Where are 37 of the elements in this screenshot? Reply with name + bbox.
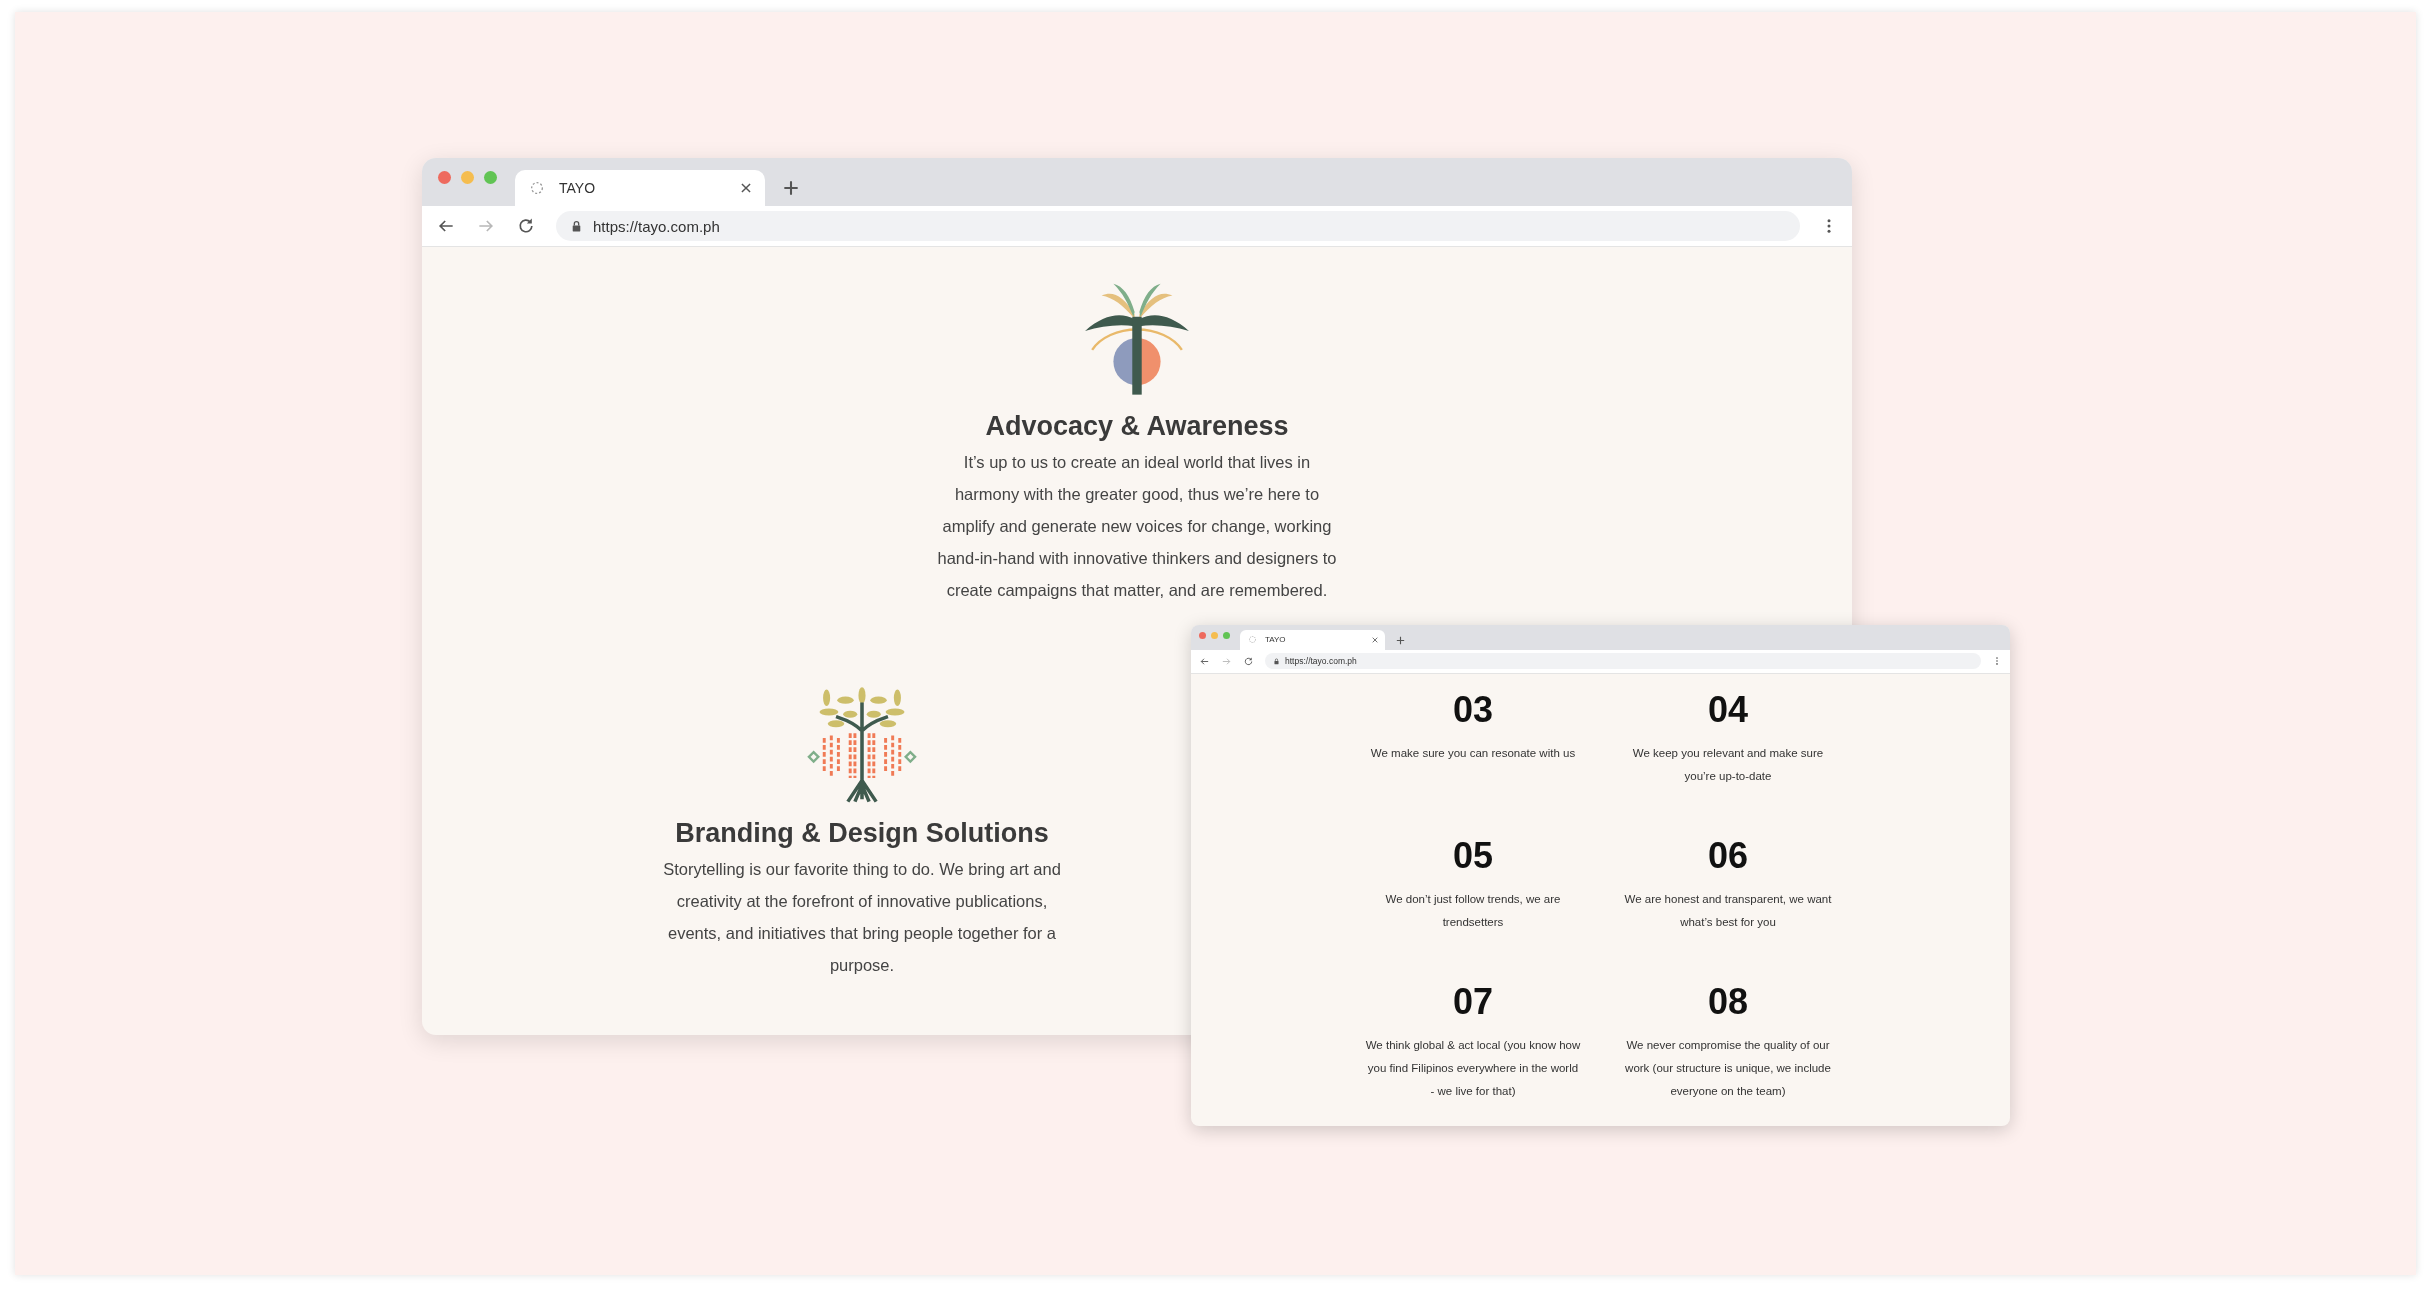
item-text: We don’t just follow trends, we are trendsetters bbox=[1384, 892, 1562, 930]
section-text: It’s up to us to create an ideal world that lives in harmony with the greater good, thus we’re here to amplify and generate new voices for change, working hand-in-hand with innovative thinkers and designers to create campaigns that matter, and are remembered. bbox=[936, 452, 1338, 601]
section-heading: Advocacy & Awareness bbox=[985, 411, 1289, 442]
reload-icon[interactable] bbox=[516, 216, 536, 236]
window-control-dot[interactable] bbox=[1211, 631, 1218, 639]
back-arrow-icon[interactable] bbox=[1199, 655, 1210, 667]
browser-tab[interactable]: TAYO bbox=[1240, 629, 1385, 650]
item-text: We never compromise the quality of our work (our structure is unique, we include everyone on the team) bbox=[1624, 1038, 1832, 1099]
window-control-dot[interactable] bbox=[484, 171, 497, 184]
item-number: 03 bbox=[1452, 688, 1493, 732]
lock-icon bbox=[570, 219, 583, 233]
reload-icon[interactable] bbox=[1243, 655, 1254, 667]
window-control-dot[interactable] bbox=[1223, 631, 1230, 639]
close-icon[interactable] bbox=[1371, 635, 1379, 644]
close-icon[interactable] bbox=[739, 181, 753, 195]
window-control-dot[interactable] bbox=[438, 171, 451, 184]
new-tab-icon[interactable] bbox=[1395, 634, 1406, 646]
section-text: Storytelling is our favorite thing to do. We bring art and creativity at the forefront of innovative publications, events, and initiatives that bring people together for a purpose. bbox=[662, 859, 1062, 976]
loading-spinner-icon bbox=[1248, 635, 1257, 645]
address-field[interactable]: https://tayo.com.ph bbox=[556, 211, 1800, 241]
item-number: 07 bbox=[1452, 980, 1493, 1024]
window-control-dot[interactable] bbox=[1199, 631, 1206, 639]
window-control-dot[interactable] bbox=[461, 171, 474, 184]
item-number: 08 bbox=[1707, 980, 1748, 1024]
address-field[interactable]: https://tayo.com.ph bbox=[1265, 653, 1981, 670]
item-text: We make sure you can resonate with us bbox=[1369, 746, 1577, 761]
lock-icon bbox=[1273, 657, 1280, 665]
new-tab-icon[interactable] bbox=[781, 178, 801, 198]
item-text: We think global & act local (you know how you find Filipinos everywhere in the world - we live for that) bbox=[1365, 1038, 1581, 1099]
browser-tab[interactable]: TAYO bbox=[515, 170, 765, 206]
item-number: 04 bbox=[1707, 688, 1748, 732]
item-number: 05 bbox=[1452, 834, 1493, 878]
loading-spinner-icon bbox=[529, 180, 545, 196]
section-heading: Branding & Design Solutions bbox=[675, 818, 1049, 849]
item-text: We are honest and transparent, we want what’s best for you bbox=[1623, 892, 1833, 930]
item-text: We keep you relevant and make sure you’re up-to-date bbox=[1631, 746, 1825, 784]
item-number: 06 bbox=[1707, 834, 1748, 878]
